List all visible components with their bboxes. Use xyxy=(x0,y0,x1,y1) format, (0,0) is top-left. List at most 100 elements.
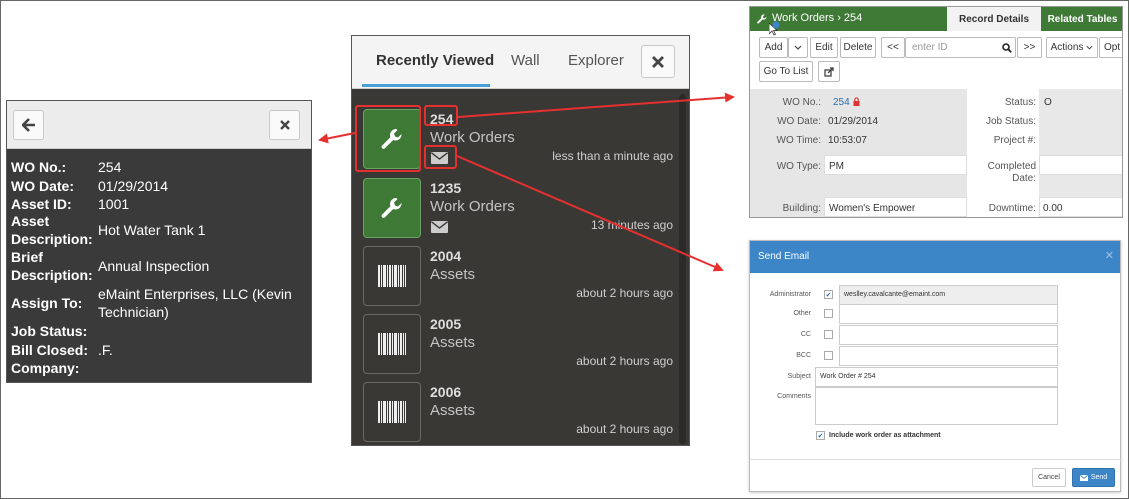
close-icon xyxy=(652,55,664,68)
detail-header xyxy=(7,101,311,149)
wo-date-value: 01/29/2014 xyxy=(828,116,879,127)
project-label: Project #: xyxy=(993,135,1036,146)
tab-explorer[interactable]: Explorer xyxy=(568,52,624,69)
chevron-down-icon xyxy=(794,45,802,50)
list-item[interactable]: 2006 Assets about 2 hours ago xyxy=(361,382,681,442)
field-label: Asset ID: xyxy=(11,195,72,212)
close-button[interactable] xyxy=(269,110,300,140)
wo-no-value[interactable]: 254 xyxy=(833,97,850,108)
recipient-checkbox[interactable] xyxy=(824,309,833,318)
close-icon[interactable]: ✕ xyxy=(1105,249,1114,262)
options-dropdown[interactable]: Opt xyxy=(1099,37,1122,58)
actions-dropdown[interactable]: Actions xyxy=(1046,37,1098,58)
wo-time-label: WO Time: xyxy=(776,135,821,146)
item-type: Assets xyxy=(430,266,476,283)
item-type: Assets xyxy=(430,402,476,419)
list-item[interactable]: 2004 Assets about 2 hours ago xyxy=(361,246,681,306)
arrow-left-icon xyxy=(21,118,35,132)
envelope-icon xyxy=(1079,474,1088,481)
previous-record-button[interactable]: << xyxy=(881,37,905,58)
downtime-value: 0.00 xyxy=(1043,203,1063,214)
subject-row: Subject Work Order # 254 xyxy=(750,367,1122,387)
back-button[interactable] xyxy=(13,110,44,140)
recipient-checkbox[interactable] xyxy=(824,351,833,360)
item-id: 1235 xyxy=(430,180,462,196)
comments-textarea[interactable] xyxy=(815,387,1058,425)
tab-related-tables[interactable]: Related Tables xyxy=(1041,7,1122,31)
recipient-label: Other xyxy=(793,310,811,317)
barcode-icon xyxy=(378,265,406,287)
item-tile[interactable] xyxy=(363,314,421,374)
delete-button[interactable]: Delete xyxy=(840,37,876,58)
add-dropdown-button[interactable] xyxy=(788,37,808,58)
item-time: about 2 hours ago xyxy=(576,354,673,368)
chevron-down-icon xyxy=(1086,45,1093,50)
dialog-title: Send Email xyxy=(758,251,810,262)
send-button[interactable]: Send xyxy=(1072,468,1115,487)
item-type: Work Orders xyxy=(430,198,515,215)
comments-row: Comments xyxy=(750,387,1122,427)
item-tile[interactable] xyxy=(363,178,421,238)
field-value: .F. xyxy=(98,341,113,358)
job-status-label: Job Status: xyxy=(985,116,1036,127)
work-order-header: Work Orders › 254 Record Details Related… xyxy=(750,7,1122,36)
field-label: Assign To: xyxy=(11,295,83,311)
send-label: Send xyxy=(1090,474,1108,481)
comments-label: Comments xyxy=(777,393,811,400)
attachment-option[interactable]: ✔ Include work order as attachment xyxy=(816,431,941,440)
recipient-checkbox[interactable] xyxy=(824,330,833,339)
search-icon[interactable] xyxy=(1002,43,1012,53)
tab-record-details[interactable]: Record Details xyxy=(947,7,1041,31)
item-tile[interactable] xyxy=(363,246,421,306)
breadcrumb[interactable]: Work Orders › 254 xyxy=(772,12,862,24)
recipient-checkbox[interactable]: ✔ xyxy=(824,290,833,299)
share-button[interactable] xyxy=(818,61,840,82)
subject-input[interactable]: Work Order # 254 xyxy=(815,367,1058,387)
go-to-list-button[interactable]: Go To List xyxy=(759,61,813,82)
dialog-header: Send Email ✕ xyxy=(750,241,1120,273)
active-tab-indicator xyxy=(362,84,490,87)
cancel-button[interactable]: Cancel xyxy=(1032,468,1066,487)
highlight-tile xyxy=(355,105,421,172)
close-panel-button[interactable] xyxy=(641,45,675,78)
attachment-checkbox[interactable]: ✔ xyxy=(816,431,825,440)
tab-recently-viewed[interactable]: Recently Viewed xyxy=(376,52,494,69)
item-time: 13 minutes ago xyxy=(590,218,673,232)
status-label: Status: xyxy=(1004,97,1036,108)
wo-type-field[interactable] xyxy=(824,155,967,175)
recipient-input[interactable] xyxy=(839,325,1058,345)
email-icon[interactable] xyxy=(431,220,448,238)
info-icon xyxy=(772,21,780,29)
field-value: Hot Water Tank 1 xyxy=(98,222,206,238)
barcode-icon xyxy=(378,333,406,355)
edit-button[interactable]: Edit xyxy=(810,37,838,58)
wrench-icon xyxy=(757,14,767,24)
form-shade-gap xyxy=(967,89,1037,217)
item-tile[interactable] xyxy=(363,382,421,442)
attachment-label: Include work order as attachment xyxy=(829,432,941,439)
item-id: 2004 xyxy=(430,248,462,264)
field-label: Asset Description: xyxy=(11,213,93,247)
dialog-footer: Cancel Send xyxy=(750,459,1122,493)
completed-date-field[interactable] xyxy=(1039,155,1122,175)
next-record-button[interactable]: >> xyxy=(1017,37,1042,58)
share-icon xyxy=(824,66,834,77)
send-email-dialog: Send Email ✕ Administrator ✔ weslley.cav… xyxy=(749,240,1122,493)
recipient-input[interactable] xyxy=(839,304,1058,324)
recipient-input[interactable] xyxy=(839,346,1058,366)
field-value: Annual Inspection xyxy=(98,258,210,274)
recipient-input[interactable]: weslley.cavalcante@emaint.com xyxy=(839,285,1058,305)
list-item[interactable]: 1235 Work Orders 13 minutes ago xyxy=(361,178,681,238)
tab-wall[interactable]: Wall xyxy=(511,52,540,69)
highlight-email xyxy=(424,145,457,169)
wrench-icon xyxy=(381,197,402,218)
recipient-row: CC xyxy=(750,325,1122,345)
record-id-input[interactable]: enter ID xyxy=(905,37,1016,58)
close-icon xyxy=(279,120,290,130)
recently-viewed-panel: Recently Viewed Wall Explorer 254 Work O… xyxy=(351,35,690,446)
item-type: Work Orders xyxy=(430,129,515,146)
list-item[interactable]: 2005 Assets about 2 hours ago xyxy=(361,314,681,374)
item-id: 2005 xyxy=(430,316,462,332)
add-button[interactable]: Add xyxy=(759,37,788,58)
work-order-panel: Work Orders › 254 Record Details Related… xyxy=(749,6,1123,218)
